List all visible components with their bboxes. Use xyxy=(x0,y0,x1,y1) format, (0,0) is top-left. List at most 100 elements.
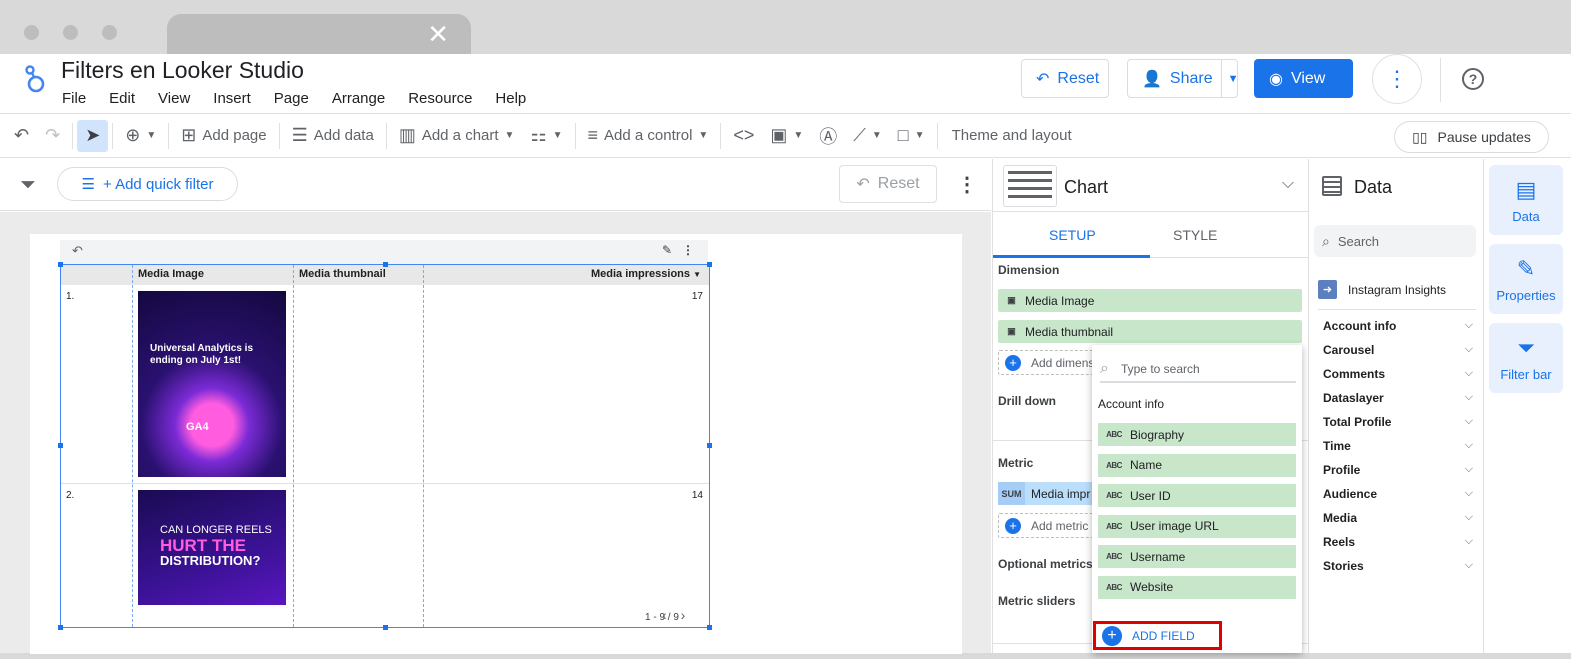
rail-properties-button[interactable]: ✎ Properties xyxy=(1489,244,1563,314)
tab-setup[interactable]: SETUP xyxy=(1049,227,1096,243)
tab-style[interactable]: STYLE xyxy=(1173,227,1217,243)
resize-handle[interactable] xyxy=(707,443,712,448)
chevron-down-icon[interactable]: ⌵ xyxy=(1465,319,1473,333)
field-option[interactable]: ABC User image URL xyxy=(1098,514,1296,538)
undo-icon[interactable]: ↶ xyxy=(0,125,37,146)
field-group-item[interactable]: Profile ⌵ xyxy=(1323,463,1473,477)
column-header-media-thumbnail[interactable]: Media thumbnail xyxy=(299,268,386,280)
chart-type-selector[interactable]: Chart ⌵ xyxy=(993,159,1308,212)
reset-button[interactable]: ↶ Reset xyxy=(1021,59,1109,98)
table-chart[interactable]: Media Image Media thumbnail Media impres… xyxy=(58,262,712,630)
report-title[interactable]: Filters en Looker Studio xyxy=(61,57,304,84)
field-group-item[interactable]: Stories ⌵ xyxy=(1323,559,1473,573)
field-option[interactable]: ABC User ID xyxy=(1098,484,1296,507)
resize-handle[interactable] xyxy=(383,625,388,630)
text-icon[interactable]: Ⓐ xyxy=(811,123,845,149)
more-options-icon[interactable]: ⋮ xyxy=(1372,54,1422,104)
field-option[interactable]: ABC Name xyxy=(1098,453,1296,477)
field-option[interactable]: ABC Biography xyxy=(1098,423,1296,446)
field-group-item[interactable]: Account info ⌵ xyxy=(1323,319,1473,333)
add-control-button[interactable]: ≡ Add a control ▼ xyxy=(580,125,717,146)
shape-icon[interactable]: □ ▼ xyxy=(890,125,933,146)
report-page[interactable]: ↶ ✎ ⋮ Media Image Media thumbnail Media … xyxy=(30,234,962,654)
data-search-input[interactable]: ⌕ Search xyxy=(1314,225,1476,257)
pause-updates-button[interactable]: ▯▯ Pause updates xyxy=(1394,121,1549,153)
image-icon[interactable]: ▣ ▼ xyxy=(762,125,811,146)
redo-icon[interactable]: ↷ xyxy=(37,125,68,146)
field-group-item[interactable]: Audience ⌵ xyxy=(1323,487,1473,501)
menu-view[interactable]: View xyxy=(158,90,190,107)
window-close-dot[interactable] xyxy=(24,25,39,40)
zoom-icon[interactable]: ⊕ ▼ xyxy=(117,125,164,146)
chevron-down-icon[interactable]: ⌵ xyxy=(1465,415,1473,429)
field-search-input[interactable]: ⌕ Type to search xyxy=(1100,356,1296,383)
field-option[interactable]: ABC Username xyxy=(1098,545,1296,568)
field-group-item[interactable]: Media ⌵ xyxy=(1323,511,1473,525)
field-group-item[interactable]: Total Profile ⌵ xyxy=(1323,415,1473,429)
menu-help[interactable]: Help xyxy=(495,90,526,107)
share-button[interactable]: 👤 Share ▼ xyxy=(1127,59,1239,98)
menu-edit[interactable]: Edit xyxy=(109,90,135,107)
filter-reset-button[interactable]: ↶ Reset xyxy=(839,165,937,203)
field-group-item[interactable]: Carousel ⌵ xyxy=(1323,343,1473,357)
menu-resource[interactable]: Resource xyxy=(408,90,472,107)
add-quick-filter-button[interactable]: ☰ + Add quick filter xyxy=(57,167,238,201)
edit-pencil-icon[interactable]: ✎ xyxy=(662,243,672,257)
metric-sliders-label[interactable]: Metric sliders xyxy=(998,594,1075,608)
resize-handle[interactable] xyxy=(58,443,63,448)
chevron-down-icon[interactable]: ⌵ xyxy=(1282,175,1294,193)
column-header-media-impressions[interactable]: Media impressions ▼ xyxy=(591,268,701,280)
chevron-down-icon[interactable]: ⌵ xyxy=(1465,391,1473,405)
embed-code-icon[interactable]: <> xyxy=(725,125,762,146)
resize-handle[interactable] xyxy=(707,262,712,267)
menu-file[interactable]: File xyxy=(62,90,86,107)
share-dropdown-icon[interactable]: ▼ xyxy=(1220,60,1245,97)
close-icon[interactable]: ✕ xyxy=(427,21,449,47)
window-minimize-dot[interactable] xyxy=(63,25,78,40)
add-page-button[interactable]: ⊞ Add page xyxy=(173,125,274,146)
help-icon[interactable]: ? xyxy=(1462,68,1484,90)
data-source-item[interactable]: ➜ Instagram Insights xyxy=(1318,280,1446,299)
column-header-media-image[interactable]: Media Image xyxy=(138,268,204,280)
chevron-down-icon[interactable]: ⌵ xyxy=(1465,343,1473,357)
chevron-down-icon[interactable]: ⌵ xyxy=(1465,511,1473,525)
chevron-down-icon[interactable]: ⌵ xyxy=(1465,439,1473,453)
chevron-down-icon[interactable]: ⌵ xyxy=(1465,487,1473,501)
rail-data-button[interactable]: ▤ Data xyxy=(1489,165,1563,235)
more-vert-icon[interactable]: ⋮ xyxy=(957,172,977,197)
community-viz-button[interactable]: ⚏ ▼ xyxy=(522,125,570,146)
field-group-item[interactable]: Comments ⌵ xyxy=(1323,367,1473,381)
chevron-left-icon[interactable]: ‹ xyxy=(662,607,681,623)
field-group-item[interactable]: Time ⌵ xyxy=(1323,439,1473,453)
resize-handle[interactable] xyxy=(58,625,63,630)
menu-insert[interactable]: Insert xyxy=(213,90,251,107)
optional-metrics-label[interactable]: Optional metrics xyxy=(998,557,1093,571)
field-group-item[interactable]: Dataslayer ⌵ xyxy=(1323,391,1473,405)
chevron-down-icon[interactable]: ⌵ xyxy=(1465,559,1473,573)
dimension-chip[interactable]: ▣ Media thumbnail xyxy=(998,320,1302,343)
theme-layout-button[interactable]: Theme and layout xyxy=(942,127,1080,144)
resize-handle[interactable] xyxy=(707,625,712,630)
add-field-button[interactable]: + ADD FIELD xyxy=(1093,621,1222,650)
field-group-item[interactable]: Reels ⌵ xyxy=(1323,535,1473,549)
more-vert-icon[interactable]: ⋮ xyxy=(682,243,694,257)
menu-arrange[interactable]: Arrange xyxy=(332,90,385,107)
chevron-down-icon[interactable]: ⌵ xyxy=(1465,535,1473,549)
undo-icon[interactable]: ↶ xyxy=(72,243,83,259)
window-maximize-dot[interactable] xyxy=(102,25,117,40)
add-chart-button[interactable]: ▥ Add a chart ▼ xyxy=(391,125,523,146)
rail-filter-bar-button[interactable]: ⏷ Filter bar xyxy=(1489,323,1563,393)
chevron-down-icon[interactable]: ⌵ xyxy=(1465,367,1473,381)
filter-funnel-icon[interactable]: ⏷ xyxy=(20,174,36,197)
view-button[interactable]: ◉ View xyxy=(1254,59,1353,98)
chevron-right-icon[interactable]: › xyxy=(681,607,700,623)
menu-page[interactable]: Page xyxy=(274,90,309,107)
select-cursor-icon[interactable]: ➤ xyxy=(77,119,109,152)
browser-tab[interactable]: ✕ xyxy=(167,14,471,54)
line-icon[interactable]: ⟋ ▼ xyxy=(845,125,890,146)
resize-handle[interactable] xyxy=(383,262,388,267)
field-option[interactable]: ABC Website xyxy=(1098,575,1296,599)
chevron-down-icon[interactable]: ⌵ xyxy=(1465,463,1473,477)
resize-handle[interactable] xyxy=(58,262,63,267)
dimension-chip[interactable]: ▣ Media Image xyxy=(998,289,1302,312)
